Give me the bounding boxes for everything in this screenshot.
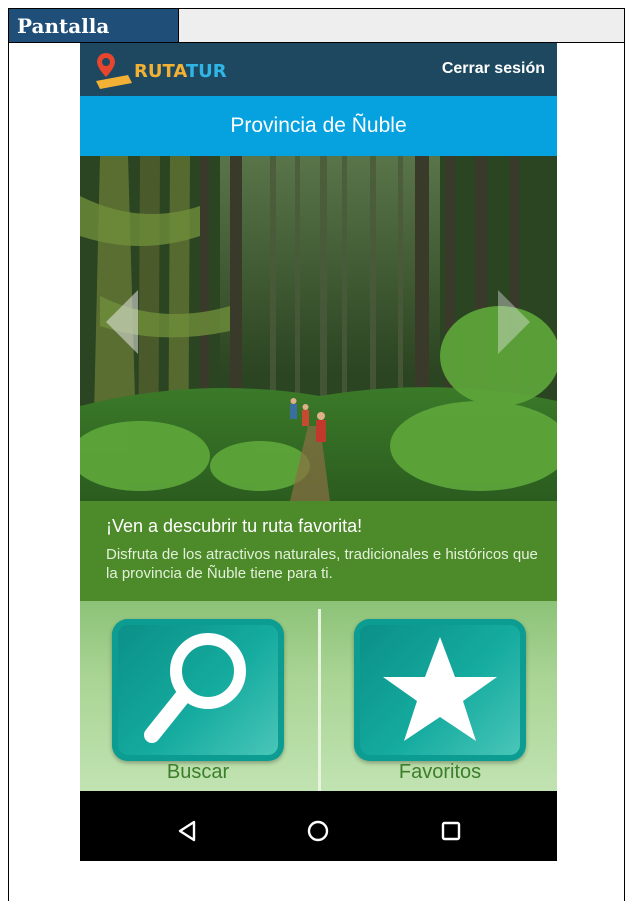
recents-square-icon[interactable] [439,819,463,843]
hero-carousel[interactable] [80,156,557,501]
star-icon [383,637,497,741]
app-bar: RUTATUR Cerrar sesión [80,43,557,96]
forest-trail-photo [80,156,557,501]
logo-text-ruta: RUTA [134,61,186,82]
phone-screen: RUTATUR Cerrar sesión Provincia de Ñuble [80,43,557,861]
home-circle-icon[interactable] [306,819,330,843]
page-title: Provincia de Ñuble [230,114,407,137]
title-bar: Provincia de Ñuble [80,96,557,156]
app-logo: RUTATUR [92,51,232,89]
android-nav-bar [80,800,557,861]
search-label[interactable]: Buscar [112,761,284,784]
table-header-label: Pantalla [17,14,110,38]
favorites-label[interactable]: Favoritos [354,761,526,784]
actions-divider [318,609,321,791]
magnifier-icon [144,633,246,743]
favorites-button[interactable] [354,619,526,761]
logo-text: RUTATUR [134,61,227,82]
logout-button[interactable]: Cerrar sesión [442,60,545,78]
map-pin-icon [96,53,132,89]
info-description: Disfruta de los atractivos naturales, tr… [106,546,538,582]
chevron-right-icon[interactable] [494,286,538,358]
logo-text-tur: TUR [185,61,227,82]
header-empty-cell [179,9,624,42]
actions-panel: Buscar Favoritos [80,601,557,791]
chevron-left-icon[interactable] [98,286,142,358]
info-panel: ¡Ven a descubrir tu ruta favorita! Disfr… [80,501,557,601]
info-title: ¡Ven a descubrir tu ruta favorita! [106,516,363,536]
header-label-cell: Pantalla [9,9,179,42]
back-triangle-icon[interactable] [175,819,199,843]
table-header-row: Pantalla [9,9,624,43]
search-button[interactable] [112,619,284,761]
